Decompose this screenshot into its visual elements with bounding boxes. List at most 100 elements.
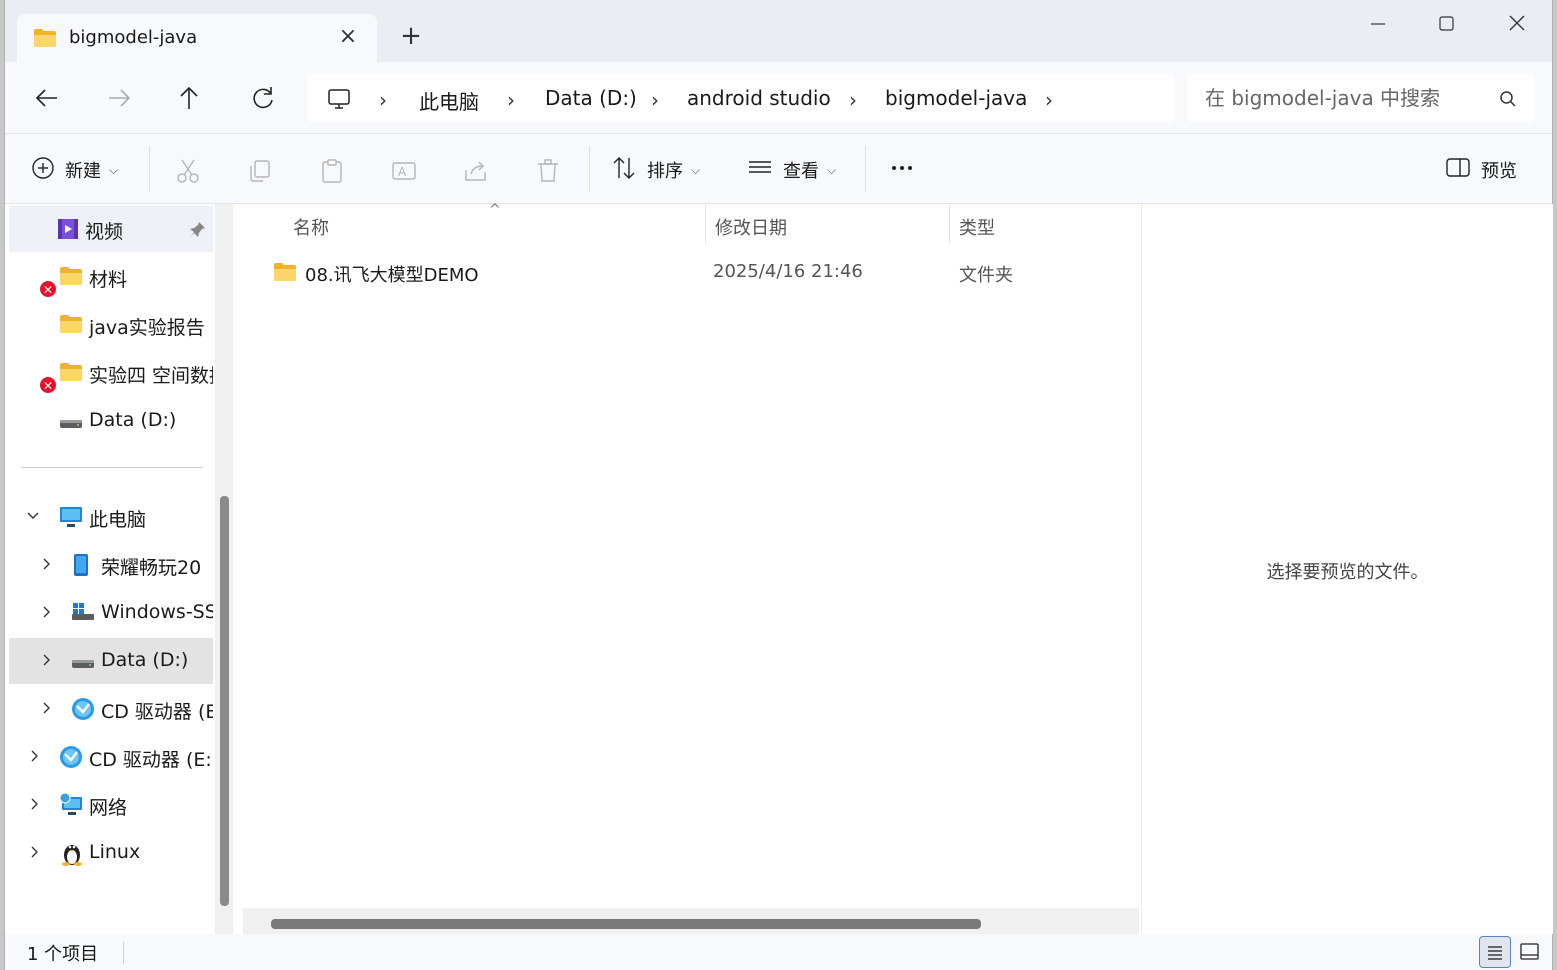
- sort-button-label: 排序: [647, 161, 683, 182]
- chevron-right-icon[interactable]: [27, 796, 43, 816]
- plus-circle-icon: [31, 156, 55, 185]
- breadcrumb-android-studio[interactable]: android studio: [687, 86, 831, 110]
- sidebar-item-label: 网络: [89, 797, 128, 819]
- search-input[interactable]: [1205, 82, 1495, 114]
- chevron-right-icon[interactable]: ›: [849, 88, 857, 112]
- details-view-icon: [1480, 946, 1510, 970]
- preview-pane: 选择要预览的文件。: [1141, 204, 1553, 934]
- file-row[interactable]: 08.讯飞大模型DEMO 2025/4/16 21:46 文件夹: [243, 250, 1139, 294]
- close-tab-icon[interactable]: ×: [335, 24, 361, 50]
- column-header-modified[interactable]: 修改日期: [715, 214, 787, 240]
- tiles-view-icon: [1515, 943, 1545, 970]
- details-view-button[interactable]: [1479, 936, 1511, 968]
- refresh-icon[interactable]: [247, 82, 279, 114]
- column-divider[interactable]: [949, 204, 950, 244]
- chevron-right-icon[interactable]: [27, 844, 43, 864]
- more-options-button[interactable]: [889, 152, 917, 188]
- view-button-label: 查看: [783, 161, 819, 182]
- view-button[interactable]: 查看 ⌵: [747, 152, 836, 188]
- tab-bigmodel-java[interactable]: bigmodel-java ×: [17, 14, 377, 62]
- share-icon[interactable]: [463, 158, 489, 184]
- sidebar-item-label: 实验四 空间数据: [89, 365, 213, 387]
- back-icon[interactable]: [31, 82, 63, 114]
- breadcrumb-this-pc[interactable]: 此电脑: [419, 86, 479, 115]
- sidebar-item-cd-drive[interactable]: CD 驱动器 (E:): [9, 686, 213, 732]
- folder-icon: [59, 314, 83, 339]
- file-list-scrollbar[interactable]: [243, 908, 1139, 934]
- tab-strip: bigmodel-java × +: [5, 0, 1552, 62]
- sidebar-scrollbar[interactable]: [215, 204, 233, 934]
- sidebar-item-data-d[interactable]: Data (D:): [9, 638, 213, 684]
- breadcrumb-bigmodel-java[interactable]: bigmodel-java: [885, 86, 1027, 110]
- up-icon[interactable]: [173, 82, 205, 114]
- chevron-right-icon[interactable]: ›: [651, 88, 659, 112]
- search-icon[interactable]: [1499, 90, 1517, 112]
- phone-icon: [73, 553, 89, 582]
- sidebar-item-this-pc[interactable]: 此电脑: [9, 494, 213, 540]
- tiles-view-button[interactable]: [1515, 936, 1547, 968]
- file-type: 文件夹: [959, 265, 1013, 286]
- column-header-type[interactable]: 类型: [959, 214, 995, 240]
- copy-icon[interactable]: [247, 158, 273, 184]
- sidebar-item-phone[interactable]: 荣耀畅玩20: [9, 542, 213, 588]
- column-divider[interactable]: [705, 204, 706, 244]
- status-bar: 1 个项目: [5, 934, 1552, 970]
- chevron-right-icon[interactable]: [39, 700, 55, 720]
- breadcrumb-data-d[interactable]: Data (D:): [545, 86, 637, 110]
- rename-icon[interactable]: A: [391, 158, 417, 184]
- chevron-right-icon[interactable]: [27, 748, 43, 768]
- new-button-label: 新建: [65, 161, 101, 182]
- new-button[interactable]: 新建 ⌵: [31, 152, 118, 188]
- sidebar-item-label: Linux: [89, 841, 141, 863]
- preview-message: 选择要预览的文件。: [1266, 562, 1429, 583]
- sidebar-item-videos[interactable]: 视频: [9, 206, 213, 252]
- folder-icon: [273, 262, 297, 286]
- chevron-right-icon[interactable]: ›: [379, 88, 387, 112]
- delete-icon[interactable]: [535, 158, 561, 184]
- cd-drive-icon: [71, 697, 95, 726]
- sync-error-icon: ✕: [39, 376, 57, 394]
- divider: [589, 146, 590, 192]
- minimize-icon[interactable]: [1355, 6, 1401, 42]
- file-list-scroll-thumb[interactable]: [271, 919, 981, 929]
- status-divider: [123, 942, 124, 964]
- chevron-right-icon[interactable]: [39, 604, 55, 624]
- sidebar-item-cd-drive-root[interactable]: CD 驱动器 (E:) H: [9, 734, 213, 780]
- sidebar-item-label: Data (D:): [101, 649, 189, 671]
- forward-icon[interactable]: [103, 82, 135, 114]
- sidebar-item-windows-ssd[interactable]: Windows-SSD: [9, 590, 213, 636]
- new-tab-icon[interactable]: +: [397, 22, 425, 50]
- folder-icon: [33, 28, 57, 52]
- folder-icon: [59, 362, 83, 387]
- preview-pane-button[interactable]: 预览: [1445, 152, 1517, 188]
- sidebar-item-materials[interactable]: ✕ 材料: [9, 254, 213, 300]
- search-box[interactable]: [1187, 74, 1535, 122]
- divider: [149, 146, 150, 192]
- chevron-right-icon[interactable]: ›: [1045, 88, 1053, 112]
- sidebar-item-linux[interactable]: Linux: [9, 830, 213, 876]
- sidebar-item-data-d-quick[interactable]: Data (D:): [9, 398, 213, 444]
- sidebar-item-label: java实验报告: [89, 317, 205, 339]
- preview-button-label: 预览: [1481, 161, 1517, 182]
- cut-icon[interactable]: [175, 158, 201, 184]
- chevron-right-icon[interactable]: [39, 556, 55, 576]
- close-window-icon[interactable]: [1493, 6, 1539, 42]
- sort-icon: [611, 155, 637, 186]
- chevron-right-icon[interactable]: ›: [507, 88, 515, 112]
- chevron-down-icon[interactable]: [25, 508, 41, 528]
- sort-button[interactable]: 排序 ⌵: [611, 152, 700, 188]
- chevron-right-icon[interactable]: [39, 652, 55, 672]
- sync-error-icon: ✕: [39, 280, 57, 298]
- sidebar-item-label: 材料: [89, 269, 128, 291]
- sidebar-divider: [21, 467, 203, 468]
- sidebar-item-java-report[interactable]: java实验报告: [9, 302, 213, 348]
- sidebar-scroll-thumb[interactable]: [220, 496, 229, 906]
- address-bar[interactable]: › 此电脑 › Data (D:) › android studio › big…: [307, 74, 1175, 122]
- pin-icon[interactable]: [189, 220, 207, 242]
- linux-icon: [61, 840, 83, 871]
- column-header-name[interactable]: 名称: [293, 214, 329, 240]
- paste-icon[interactable]: [319, 158, 345, 184]
- maximize-icon[interactable]: [1423, 6, 1469, 42]
- sidebar-item-experiment-four[interactable]: ✕ 实验四 空间数据: [9, 350, 213, 396]
- sidebar-item-network[interactable]: 网络: [9, 782, 213, 828]
